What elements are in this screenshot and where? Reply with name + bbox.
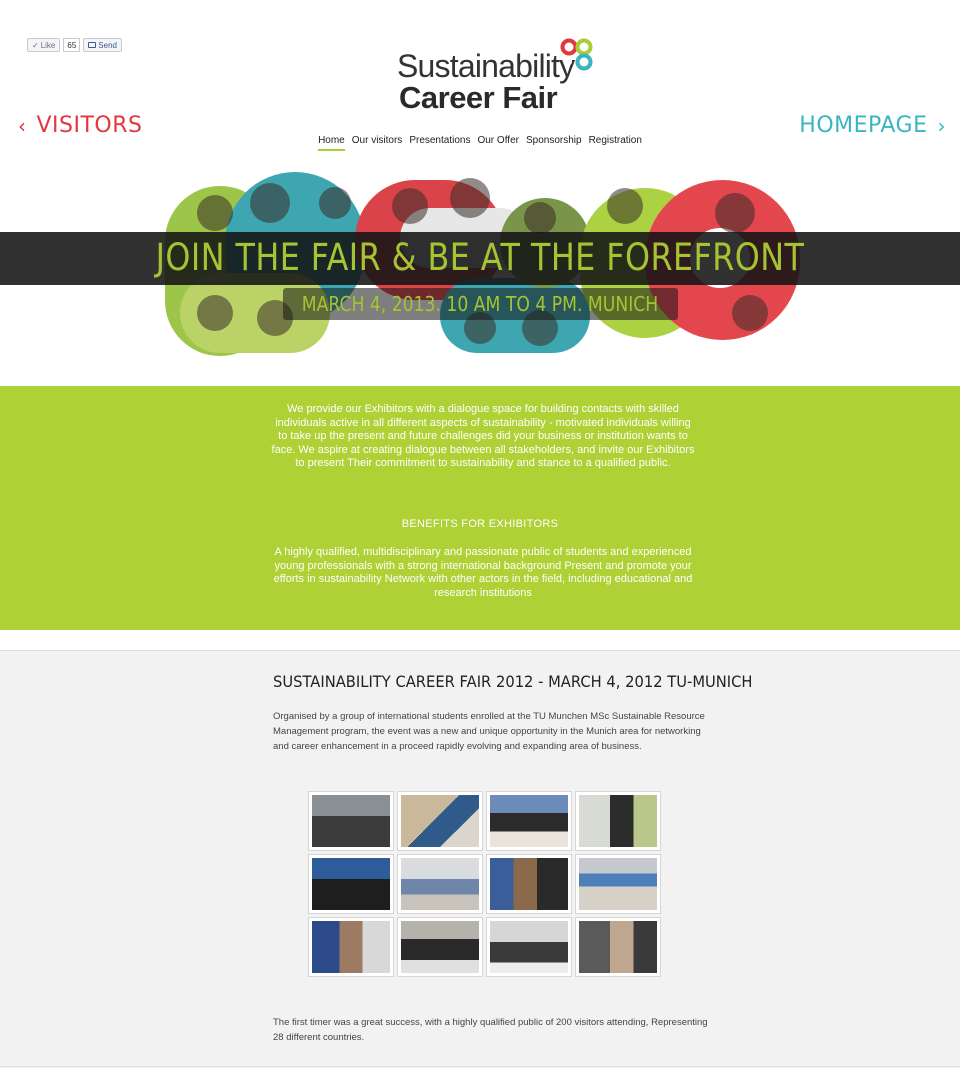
- gallery-photo[interactable]: [486, 854, 572, 914]
- logo-line-2: Career Fair: [399, 80, 558, 115]
- gallery-photo[interactable]: [397, 917, 483, 977]
- chevron-left-icon: ‹: [18, 113, 27, 138]
- gallery-photo[interactable]: [575, 917, 661, 977]
- fair-2012-footer-text: The first timer was a great success, wit…: [273, 1017, 708, 1043]
- nav-presentations[interactable]: Presentations: [409, 135, 470, 151]
- gallery-photo[interactable]: [397, 854, 483, 914]
- photo-gallery: [308, 791, 661, 977]
- fair-2012-heading: SUSTAINABILITY CAREER FAIR 2012 - MARCH …: [273, 672, 753, 691]
- nav-home[interactable]: Home: [318, 135, 345, 151]
- bottom-divider: [0, 1066, 960, 1067]
- exhibitors-intro: We provide our Exhibitors with a dialogu…: [271, 403, 695, 469]
- hero-subtitle: MARCH 4, 2013. 10 AM TO 4 PM. MUNICH: [301, 292, 659, 316]
- thumbs-up-icon: ✓: [32, 40, 39, 50]
- gallery-photo[interactable]: [486, 917, 572, 977]
- like-label: Like: [40, 40, 56, 50]
- gallery-photo[interactable]: [308, 854, 394, 914]
- gallery-photo[interactable]: [308, 791, 394, 851]
- nav-registration[interactable]: Registration: [589, 135, 642, 151]
- facebook-send-button[interactable]: Send: [83, 38, 122, 52]
- gallery-photo[interactable]: [575, 791, 661, 851]
- gallery-photo[interactable]: [575, 854, 661, 914]
- message-icon: [88, 42, 97, 48]
- nav-our-offer[interactable]: Our Offer: [477, 135, 519, 151]
- site-logo[interactable]: Sustainability Career Fair: [397, 38, 597, 115]
- facebook-like-button[interactable]: ✓ Like: [27, 38, 61, 52]
- benefits-heading: BENEFITS FOR EXHIBITORS: [401, 518, 559, 530]
- main-nav: Home Our visitors Presentations Our Offe…: [0, 135, 960, 151]
- hero-title: JOIN THE FAIR & BE AT THE FOREFRONT: [155, 236, 805, 279]
- hero-banner: JOIN THE FAIR & BE AT THE FOREFRONT MARC…: [0, 168, 960, 386]
- nav-sponsorship[interactable]: Sponsorship: [526, 135, 582, 151]
- gallery-photo[interactable]: [308, 917, 394, 977]
- send-label: Send: [98, 40, 117, 50]
- like-count: 65: [63, 38, 81, 52]
- gallery-photo[interactable]: [397, 791, 483, 851]
- section-divider: [0, 650, 960, 651]
- chevron-right-icon: ›: [937, 113, 946, 138]
- benefits-text: A highly qualified, multidisciplinary an…: [273, 546, 693, 599]
- gallery-photo[interactable]: [486, 791, 572, 851]
- fair-2012-description: Organised by a group of international st…: [273, 711, 705, 752]
- exhibitors-section: We provide our Exhibitors with a dialogu…: [0, 386, 960, 630]
- nav-our-visitors[interactable]: Our visitors: [352, 135, 403, 151]
- logo-petals-icon: [560, 38, 593, 71]
- social-share-bar: ✓ Like 65 Send: [27, 38, 122, 52]
